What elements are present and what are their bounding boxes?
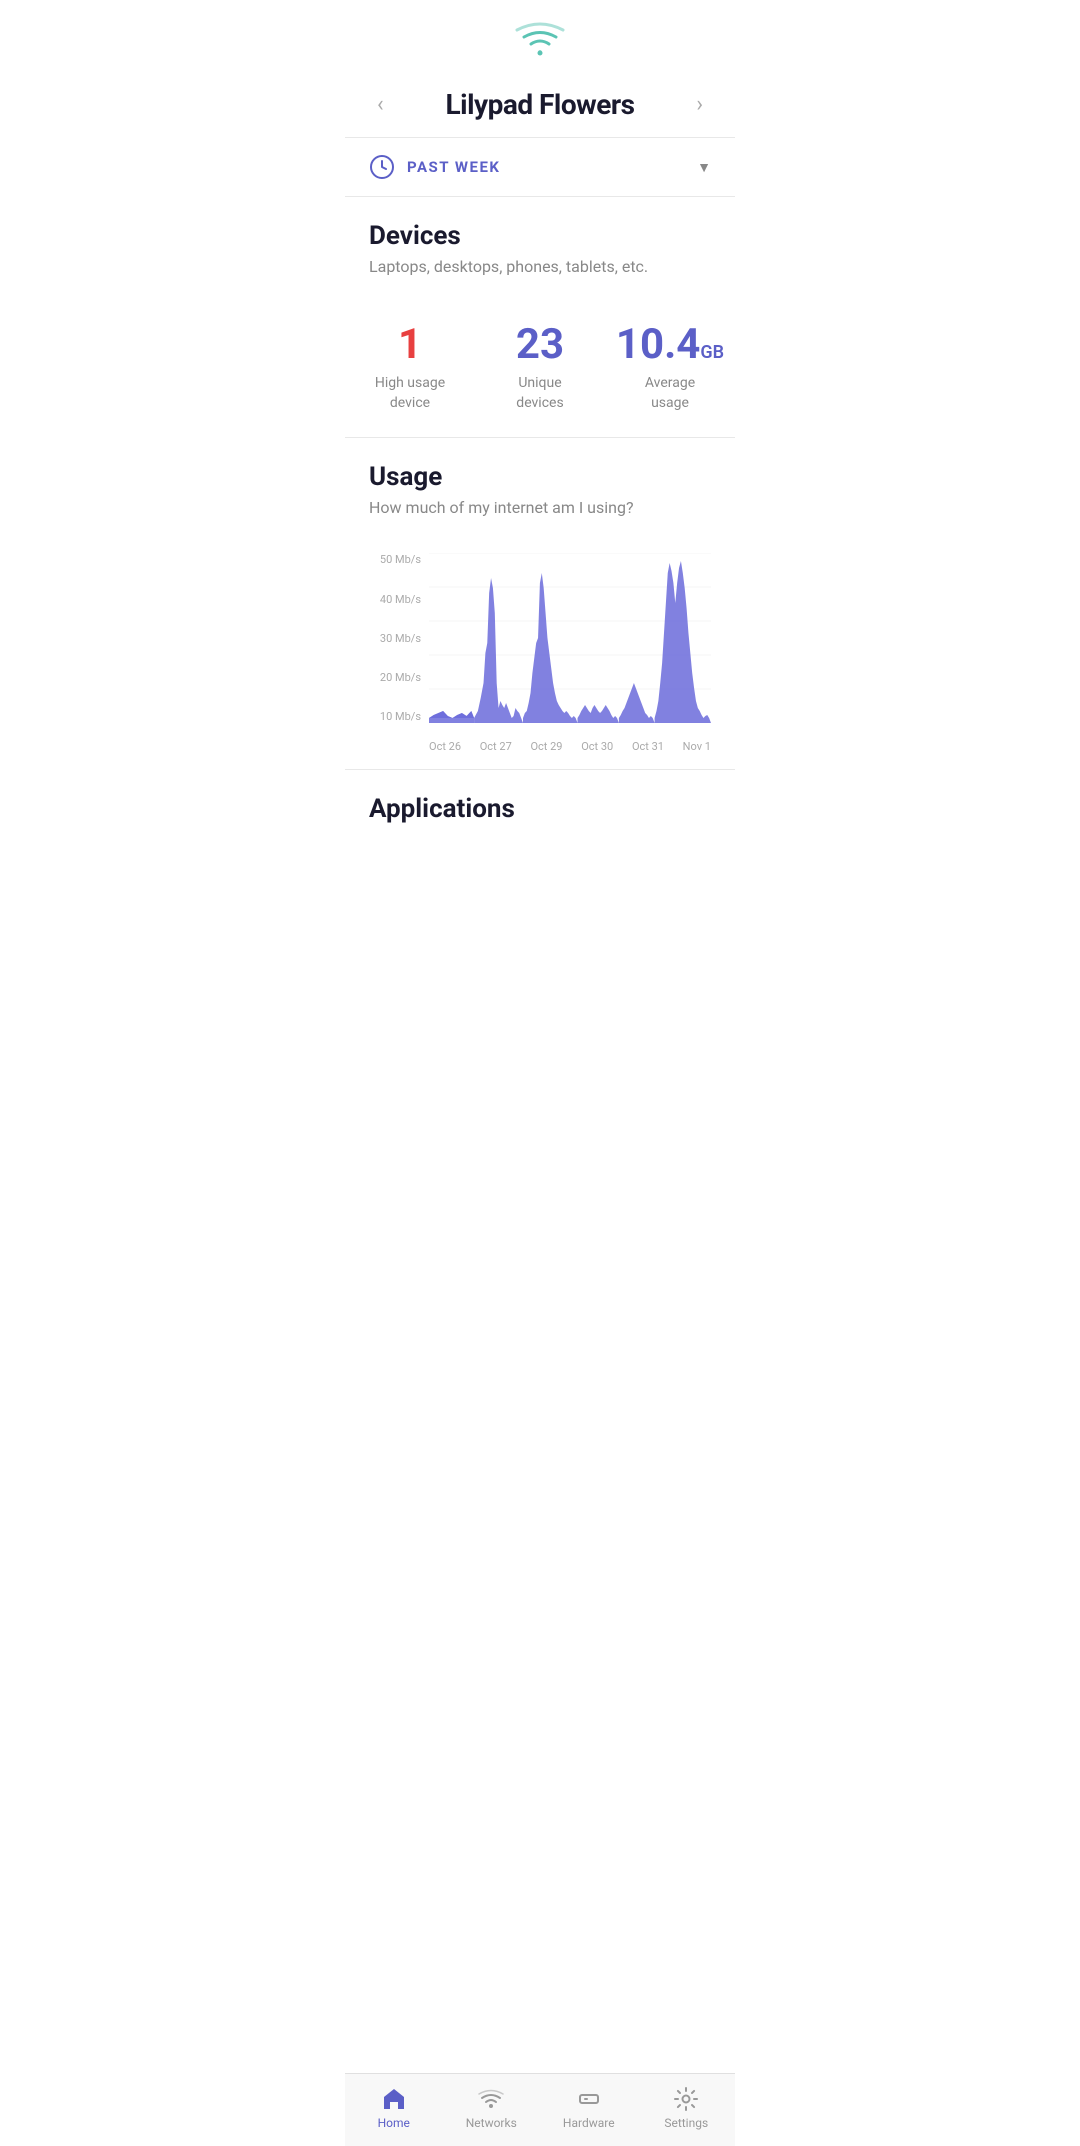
- page-title: Lilypad Flowers: [446, 88, 635, 121]
- average-usage-value: 10.4GB: [616, 322, 724, 368]
- nav-settings[interactable]: Settings: [651, 2086, 721, 2130]
- nav-home-label: Home: [378, 2116, 410, 2130]
- usage-subtitle: How much of my internet am I using?: [369, 498, 711, 517]
- chart-inner: [429, 553, 711, 723]
- x-label-nov1: Nov 1: [683, 740, 711, 753]
- nav-networks[interactable]: Networks: [456, 2086, 526, 2130]
- y-label-20: 20 Mb/s: [380, 671, 421, 684]
- devices-title: Devices: [369, 221, 711, 251]
- prev-arrow[interactable]: ‹: [369, 88, 392, 121]
- usage-title: Usage: [369, 462, 711, 492]
- high-usage-label: High usagedevice: [375, 374, 445, 413]
- wifi-icon: [514, 20, 566, 60]
- wifi-icon-container: [345, 0, 735, 68]
- high-usage-value: 1: [398, 322, 422, 368]
- devices-section: Devices Laptops, desktops, phones, table…: [345, 197, 735, 312]
- applications-section: Applications: [345, 770, 735, 910]
- nav-hardware[interactable]: Hardware: [554, 2086, 624, 2130]
- y-label-40: 40 Mb/s: [380, 593, 421, 606]
- bottom-nav: Home Networks Hardware Set: [345, 2073, 735, 2146]
- unique-devices-stat: 23 Uniquedevices: [475, 322, 605, 413]
- unique-devices-value: 23: [516, 322, 564, 368]
- average-usage-label: Averageusage: [645, 374, 695, 413]
- chart-x-axis: Oct 26 Oct 27 Oct 29 Oct 30 Oct 31 Nov 1: [429, 740, 711, 753]
- y-label-30: 30 Mb/s: [380, 632, 421, 645]
- nav-settings-label: Settings: [664, 2116, 708, 2130]
- settings-icon: [673, 2086, 699, 2112]
- nav-home[interactable]: Home: [359, 2086, 429, 2130]
- stats-row: 1 High usagedevice 23 Uniquedevices 10.4…: [345, 312, 735, 437]
- networks-icon: [478, 2086, 504, 2112]
- next-arrow[interactable]: ›: [688, 88, 711, 121]
- x-label-oct31: Oct 31: [632, 740, 664, 753]
- y-label-50: 50 Mb/s: [380, 553, 421, 566]
- header: ‹ Lilypad Flowers ›: [345, 68, 735, 137]
- x-label-oct26: Oct 26: [429, 740, 461, 753]
- nav-hardware-label: Hardware: [563, 2116, 615, 2130]
- chart-wrap: 50 Mb/s 40 Mb/s 30 Mb/s 20 Mb/s 10 Mb/s: [369, 553, 711, 753]
- time-filter-selector[interactable]: PAST WEEK ▼: [345, 138, 735, 196]
- time-filter-label: PAST WEEK: [407, 158, 500, 176]
- usage-bar-chart: [429, 553, 711, 723]
- nav-networks-label: Networks: [466, 2116, 517, 2130]
- home-icon: [381, 2086, 407, 2112]
- y-label-10: 10 Mb/s: [380, 710, 421, 723]
- average-usage-stat: 10.4GB Averageusage: [605, 322, 735, 413]
- high-usage-stat: 1 High usagedevice: [345, 322, 475, 413]
- unique-devices-label: Uniquedevices: [516, 374, 563, 413]
- devices-subtitle: Laptops, desktops, phones, tablets, etc.: [369, 257, 711, 276]
- hardware-icon: [576, 2086, 602, 2112]
- usage-chart-container: 50 Mb/s 40 Mb/s 30 Mb/s 20 Mb/s 10 Mb/s: [345, 553, 735, 769]
- usage-section: Usage How much of my internet am I using…: [345, 438, 735, 553]
- chart-y-axis: 50 Mb/s 40 Mb/s 30 Mb/s 20 Mb/s 10 Mb/s: [369, 553, 429, 723]
- x-label-oct30: Oct 30: [581, 740, 613, 753]
- clock-icon: [369, 154, 395, 180]
- applications-title: Applications: [369, 794, 711, 824]
- x-label-oct29: Oct 29: [530, 740, 562, 753]
- chevron-down-icon: ▼: [697, 159, 711, 176]
- time-filter-left: PAST WEEK: [369, 154, 500, 180]
- x-label-oct27: Oct 27: [480, 740, 512, 753]
